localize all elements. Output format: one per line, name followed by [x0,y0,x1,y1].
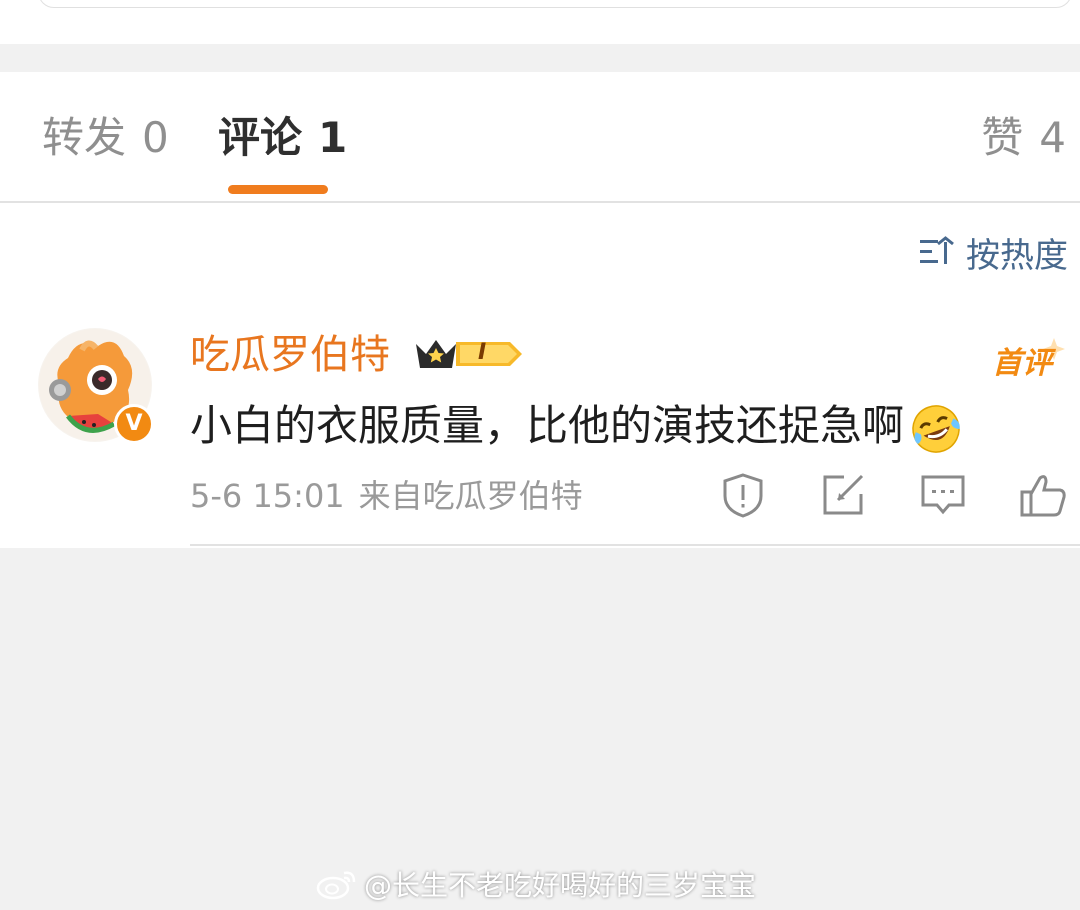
repost-icon[interactable] [818,470,868,520]
tab-comments-label: 评论 [218,113,303,162]
vip-badge: V [114,404,154,444]
top-strip [0,0,1080,44]
tab-likes-count: 4 [1039,113,1066,162]
avatar[interactable]: V [38,328,154,444]
comment-username[interactable]: 吃瓜罗伯特 [190,330,390,380]
tab-reposts[interactable]: 转发 0 [42,112,169,164]
sort-label: 按热度 [966,235,1068,276]
watermark: @长生不老吃好喝好的三岁宝宝 [316,864,756,904]
watermark-text: @长生不老吃好喝好的三岁宝宝 [364,869,757,902]
tab-likes[interactable]: 赞4 [981,112,1066,164]
member-level: I [478,340,487,365]
laugh-cry-emoji-icon [912,404,960,453]
comment-divider [190,544,1080,546]
sort-button[interactable]: 按热度 [918,230,1068,276]
first-comment-label: 首评 [992,346,1052,381]
member-crown-badge [416,340,522,368]
comment-text: 小白的衣服质量，比他的演技还捉急啊 [190,398,962,455]
input-box-edge[interactable] [38,0,1072,8]
weibo-logo-icon [316,871,356,900]
tab-likes-label: 赞 [981,113,1024,162]
like-icon[interactable] [1018,470,1068,520]
tab-comments[interactable]: 评论 1 [218,112,347,164]
sort-icon [920,236,954,264]
comment-item: V 吃瓜罗伯特 I 首评 小白的衣服质量，比他的演技还捉急啊 5-6 15:01… [0,322,1080,548]
active-tab-indicator [228,185,328,194]
tab-reposts-label: 转发 [42,113,127,162]
comment-actions [0,470,1080,524]
first-comment-badge: 首评 [992,334,1068,382]
tabs-divider [0,201,1080,203]
tab-comments-count: 1 [318,113,348,162]
report-icon[interactable] [718,470,768,520]
tab-reposts-count: 0 [142,113,169,162]
tab-bar: 转发 0 评论 1 赞4 [0,72,1080,203]
reply-icon[interactable] [918,470,968,520]
comment-body: 小白的衣服质量，比他的演技还捉急啊 [190,401,905,450]
comments-card: 转发 0 评论 1 赞4 按热度 V 吃瓜罗伯特 I 首评 小白的衣服质量，比他… [0,72,1080,548]
